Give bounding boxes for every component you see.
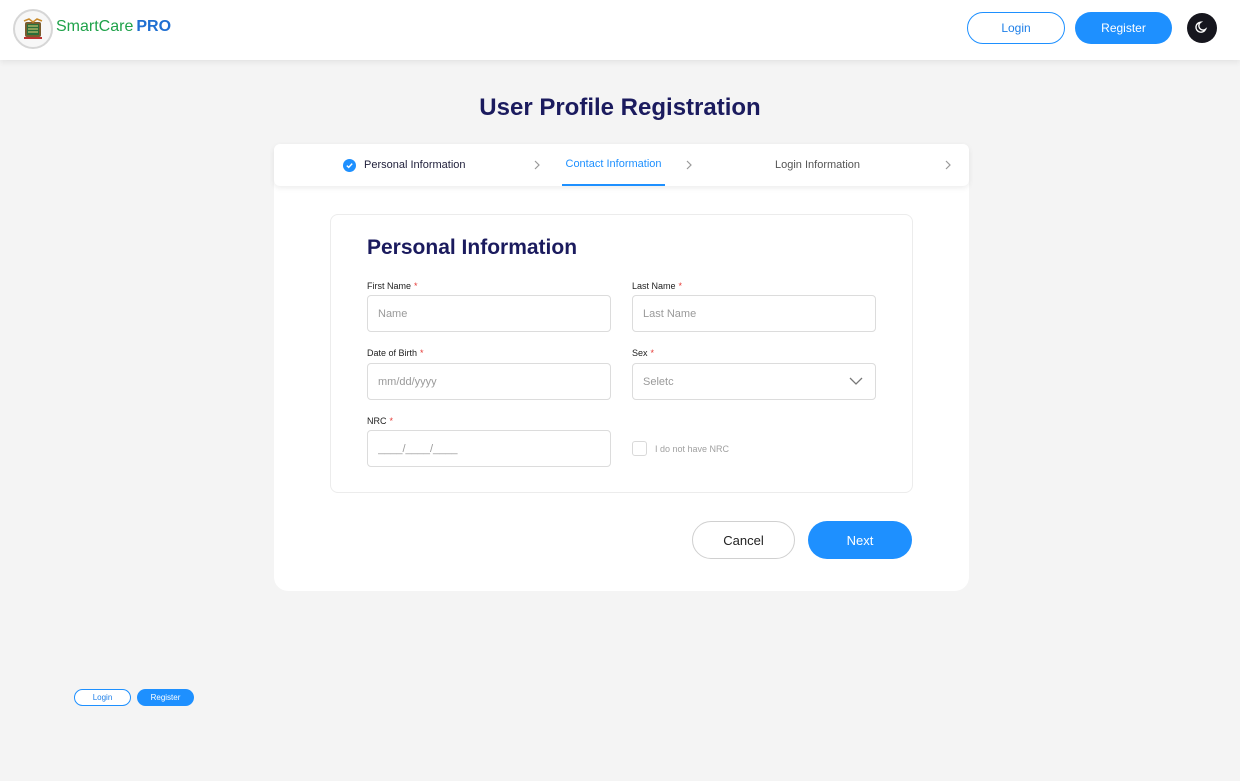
last-name-input[interactable]: [632, 295, 876, 332]
chevron-down-icon: [849, 376, 863, 388]
sex-select[interactable]: Seletc: [632, 363, 876, 400]
step-login-information[interactable]: Login Information: [775, 144, 860, 186]
footer-login-button[interactable]: Login: [74, 689, 131, 706]
page-title: User Profile Registration: [479, 94, 761, 121]
first-name-label-text: First Name: [367, 281, 412, 291]
cancel-button[interactable]: Cancel: [692, 521, 795, 559]
next-button[interactable]: Next: [808, 521, 912, 559]
chevron-right-icon: [533, 158, 541, 176]
nrc-label-text: NRC: [367, 416, 387, 426]
footer-register-button[interactable]: Register: [137, 689, 194, 706]
brand-name[interactable]: SmartCare PRO: [56, 18, 171, 36]
required-marker: *: [420, 348, 424, 358]
check-circle-icon: [343, 158, 356, 172]
chevron-right-icon: [685, 158, 693, 176]
nrc-input[interactable]: [367, 430, 611, 467]
register-button[interactable]: Register: [1075, 12, 1172, 44]
sex-label: Sex *: [632, 348, 654, 358]
nrc-label: NRC *: [367, 416, 393, 426]
no-nrc-checkbox[interactable]: [632, 441, 647, 456]
login-button[interactable]: Login: [967, 12, 1065, 44]
chevron-right-icon: [944, 158, 952, 176]
top-navbar: SmartCare PRO Login Register: [0, 0, 1240, 60]
required-marker: *: [414, 281, 418, 291]
last-name-label-text: Last Name: [632, 281, 676, 291]
dob-label-text: Date of Birth: [367, 348, 418, 358]
dob-input[interactable]: [367, 363, 611, 400]
no-nrc-label[interactable]: I do not have NRC: [655, 444, 729, 454]
section-title: Personal Information: [367, 236, 578, 259]
sex-select-value: Seletc: [643, 375, 674, 388]
step-contact-information[interactable]: Contact Information: [562, 144, 665, 186]
sex-label-text: Sex: [632, 348, 648, 358]
brand-name-pro: PRO: [136, 18, 172, 35]
registration-stepper: Personal Information Contact Information…: [274, 144, 969, 186]
required-marker: *: [389, 416, 394, 426]
step-label: Personal Information: [364, 159, 466, 171]
step-label: Contact Information: [565, 158, 662, 170]
coat-of-arms-icon[interactable]: [13, 9, 53, 49]
required-marker: *: [678, 281, 683, 291]
step-label: Login Information: [775, 159, 860, 171]
step-personal-information[interactable]: Personal Information: [343, 144, 466, 186]
last-name-label: Last Name *: [632, 281, 682, 291]
dark-mode-toggle[interactable]: [1187, 13, 1217, 43]
first-name-input[interactable]: [367, 295, 611, 332]
dob-label: Date of Birth *: [367, 348, 424, 358]
first-name-label: First Name *: [367, 281, 418, 291]
required-marker: *: [650, 348, 655, 358]
moon-icon: [1195, 20, 1209, 37]
brand-name-smartcare: SmartCare: [56, 18, 134, 35]
